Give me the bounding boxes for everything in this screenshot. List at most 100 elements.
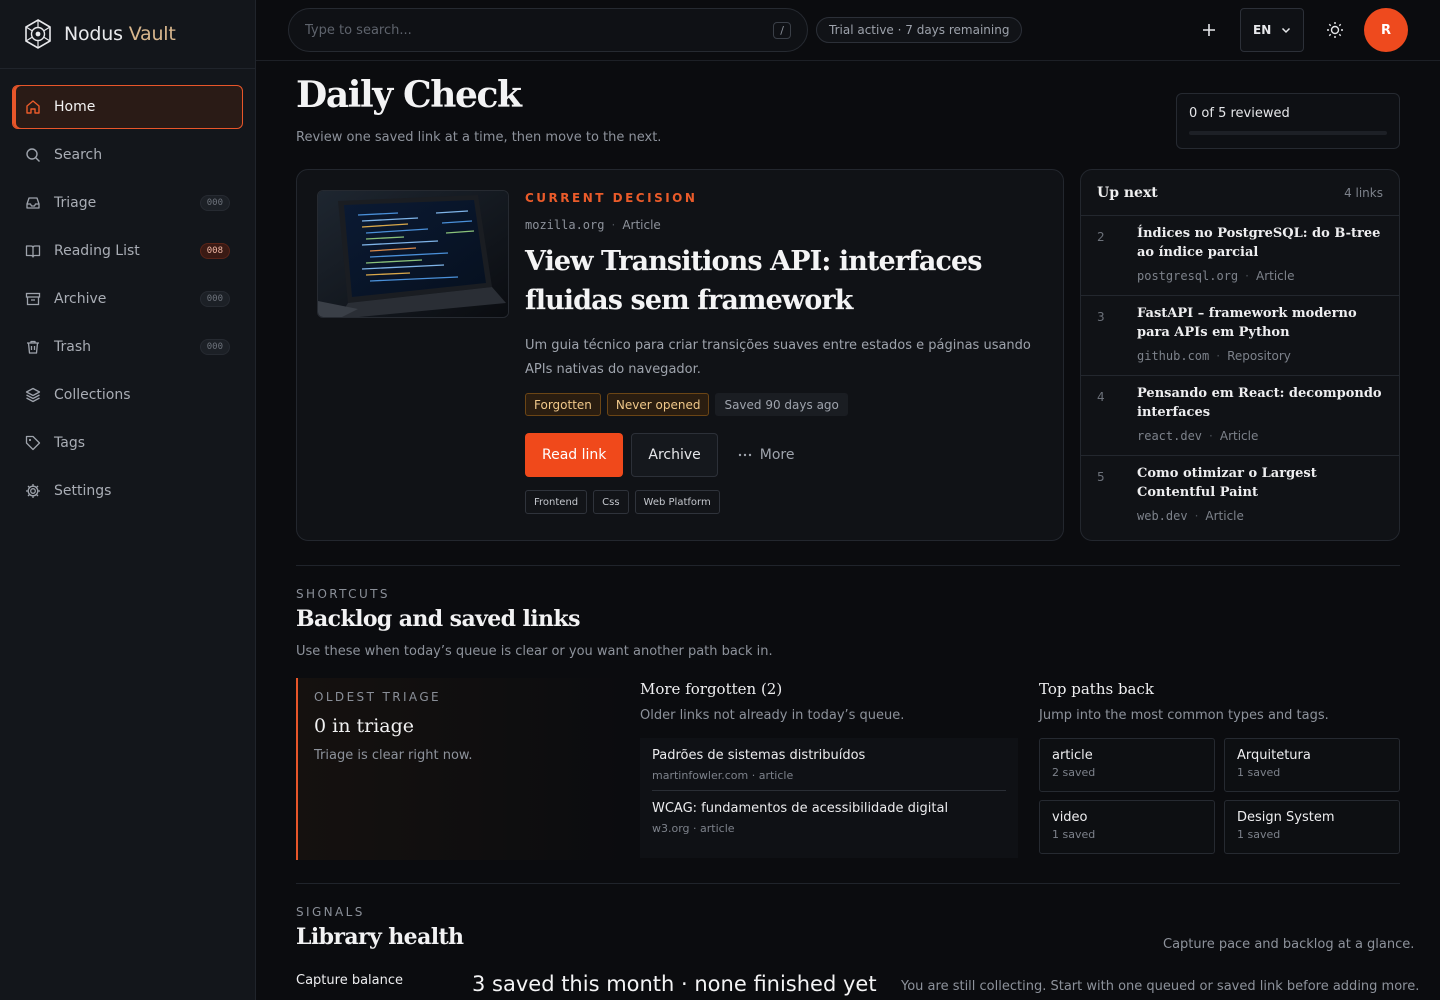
queue-item-domain: react.dev [1137,429,1203,443]
queue-number: 2 [1097,230,1105,244]
vault-logo-icon [25,19,51,49]
shortcuts-eyebrow: SHORTCUTS [296,587,390,601]
link-summary: Um guia técnico para criar transições su… [525,338,1031,377]
sidebar-item-reading-list[interactable]: Reading List 008 [12,229,243,273]
separator-dot: · [1194,509,1199,523]
language-select[interactable]: EN [1240,8,1304,52]
gear-icon [26,484,40,498]
path-count: 1 saved [1237,828,1281,841]
path-name: Design System [1237,810,1335,825]
forgotten-item-meta: w3.org · article [652,822,735,835]
sidebar-item-settings[interactable]: Settings [12,469,243,513]
brand-name: Nodus Vault [64,23,176,45]
link-title[interactable]: View Transitions API: interfaces fluidas… [525,242,1045,320]
queue-item-title: FastAPI – framework moderno para APIs em… [1137,306,1357,340]
path-card[interactable]: video 1 saved [1039,800,1215,854]
search-bar[interactable]: / [288,8,808,52]
home-icon [26,100,40,114]
sun-icon [1327,22,1343,38]
sidebar-item-label: Collections [54,387,131,403]
capture-balance-label: Capture balance [296,973,404,988]
queue-item-type: Article [1219,429,1259,443]
avatar[interactable]: R [1364,8,1408,52]
queue-item[interactable]: 5 Como otimizar o Largest Contentful Pai… [1081,456,1399,535]
separator-dot: · [1216,349,1221,363]
path-card[interactable]: Arquitetura 1 saved [1224,738,1400,792]
triage-message: Triage is clear right now. [314,748,473,763]
forgotten-title: More forgotten (2) [640,680,783,698]
list-item[interactable]: WCAG: fundamentos de acessibilidade digi… [652,791,1006,843]
trial-status-badge[interactable]: Trial active · 7 days remaining [816,17,1023,43]
sidebar-item-search[interactable]: Search [12,133,243,177]
path-card[interactable]: Design System 1 saved [1224,800,1400,854]
path-name: Arquitetura [1237,748,1311,763]
link-thumbnail [317,190,509,318]
signals-note: Capture pace and backlog at a glance. [1163,937,1415,952]
count-badge: 000 [199,195,230,211]
queue-item-title: Pensando em React: decompondo interfaces [1137,386,1382,420]
section-divider [296,883,1400,884]
oldest-triage-card[interactable]: OLDEST TRIAGE 0 in triage Triage is clea… [296,678,624,860]
link-tags: Frontend Css Web Platform [525,490,720,514]
sidebar-item-triage[interactable]: Triage 000 [12,181,243,225]
decision-eyebrow: CURRENT DECISION [525,191,698,205]
plus-icon [1203,24,1215,36]
list-item[interactable]: Padrões de sistemas distribuídos martinf… [652,738,1006,791]
status-badge-forgotten: Forgotten [525,393,601,416]
page-title: Daily Check [296,74,522,116]
sidebar-item-collections[interactable]: Collections [12,373,243,417]
search-shortcut-key: / [773,21,791,39]
queue-item-type: Article [1255,269,1295,283]
count-badge: 008 [199,243,230,259]
sidebar-item-archive[interactable]: Archive 000 [12,277,243,321]
search-input[interactable] [305,22,774,38]
progress-bar [1189,131,1387,135]
topbar: / Trial active · 7 days remaining EN R [256,0,1440,61]
read-link-button[interactable]: Read link [525,433,624,477]
tag-chip[interactable]: Frontend [525,490,588,514]
decision-actions: Read link Archive More [525,433,807,477]
status-badge-never-opened: Never opened [606,393,710,416]
queue-item-domain: github.com [1137,349,1210,363]
signals-eyebrow: SIGNALS [296,905,365,919]
queue-item[interactable]: 3 FastAPI – framework moderno para APIs … [1081,296,1399,376]
separator-dot: · [1245,269,1249,283]
up-next-count: 4 links [1344,185,1383,200]
up-next-panel: Up next 4 links 2 Índices no PostgreSQL:… [1080,169,1400,541]
theme-toggle-button[interactable] [1322,17,1348,43]
link-domain: mozilla.org [525,218,605,232]
status-badge-saved-age: Saved 90 days ago [715,393,848,416]
queue-item-type: Repository [1227,349,1291,363]
laptop-code-image [318,191,508,317]
queue-item-title: Como otimizar o Largest Contentful Paint [1137,466,1317,500]
path-card[interactable]: article 2 saved [1039,738,1215,792]
queue-item[interactable]: 4 Pensando em React: decompondo interfac… [1081,376,1399,456]
queue-item-domain: postgresql.org [1137,269,1239,283]
forgotten-subtitle: Older links not already in today’s queue… [640,708,905,723]
add-link-button[interactable] [1196,17,1222,43]
sidebar-item-tags[interactable]: Tags [12,421,243,465]
current-decision-card: CURRENT DECISION mozilla.org · Article Vie… [296,169,1064,541]
sidebar-item-home[interactable]: Home [12,85,243,129]
sidebar-item-trash[interactable]: Trash 000 [12,325,243,369]
tag-chip[interactable]: Css [593,490,629,514]
path-count: 1 saved [1237,766,1281,779]
tag-chip[interactable]: Web Platform [634,490,720,514]
queue-item-type: Article [1205,509,1244,523]
triage-count: 0 in triage [314,715,415,737]
tag-icon [25,435,41,451]
link-type: Article [622,218,661,232]
forgotten-item-meta: martinfowler.com · article [652,769,794,782]
capture-balance-stat: 3 saved this month · none finished yet [472,972,877,996]
sidebar-item-label: Reading List [54,243,140,259]
queue-item[interactable]: 2 Índices no PostgreSQL: do B-tree ao ín… [1081,216,1399,296]
signals-title: Library health [296,924,464,950]
archive-button[interactable]: Archive [631,433,718,477]
sidebar-item-label: Home [54,99,96,115]
brand[interactable]: Nodus Vault [0,0,255,69]
more-button[interactable]: More [726,433,807,477]
forgotten-item-title: Padrões de sistemas distribuídos [652,748,866,763]
sidebar-item-label: Triage [54,195,97,211]
chevron-down-icon [1281,27,1291,34]
language-value: EN [1253,23,1272,37]
